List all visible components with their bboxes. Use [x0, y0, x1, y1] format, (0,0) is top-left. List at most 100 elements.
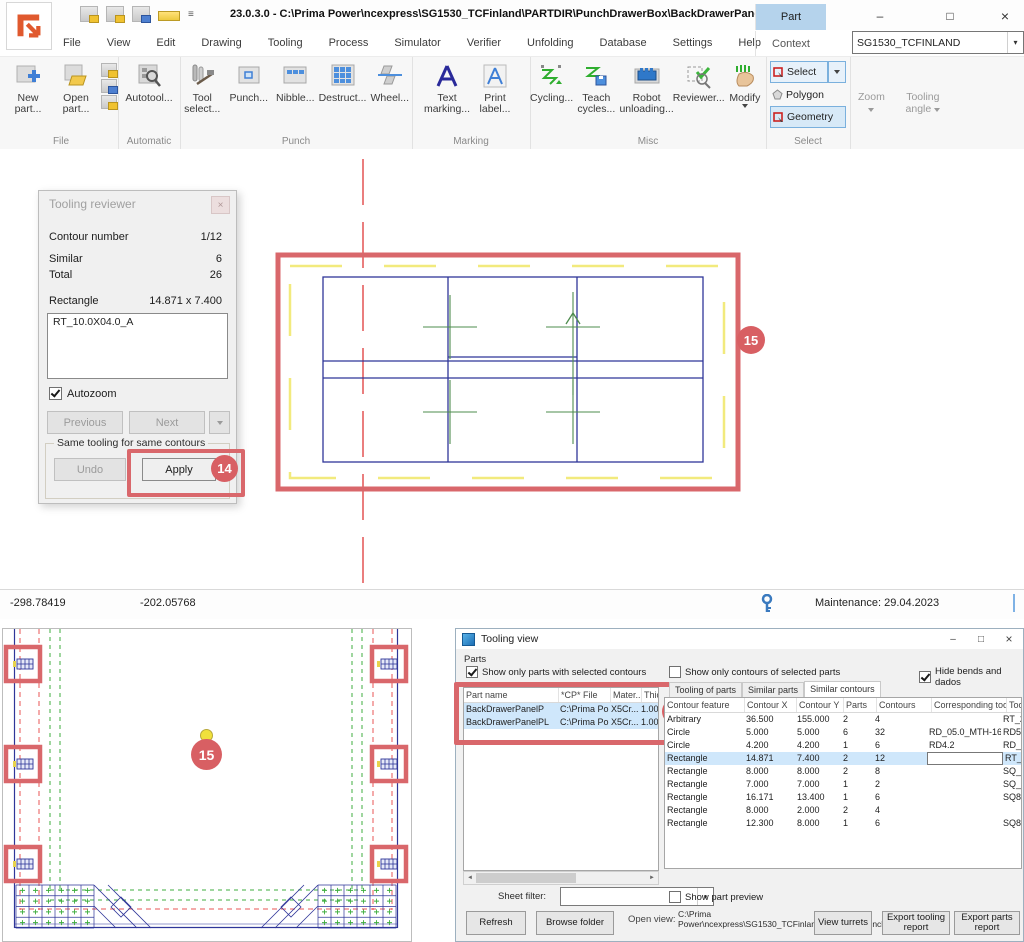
menu-tooling[interactable]: Tooling: [255, 37, 316, 49]
table-row[interactable]: Rectangle14.8717.400212RT_10.0X04.0_A: [665, 752, 1021, 765]
menu-drawing[interactable]: Drawing: [188, 37, 254, 49]
tool-select-button[interactable]: Tool select...: [180, 61, 225, 115]
menu-simulator[interactable]: Simulator: [381, 37, 453, 49]
machine-select[interactable]: SG1530_TCFINLAND ▾: [852, 31, 1024, 54]
show-parts-checkbox[interactable]: [466, 666, 478, 678]
zoom-button[interactable]: Zoom: [858, 91, 885, 115]
table-row[interactable]: Circle4.2004.20016RD4.2RD_02.0_MTH-16: [665, 739, 1021, 752]
tool-list-item[interactable]: RT_10.0X04.0_A: [48, 314, 227, 330]
autotool-button[interactable]: Autotool...: [121, 61, 177, 104]
scroll-right-icon[interactable]: ►: [646, 875, 658, 881]
next-button[interactable]: Next: [129, 411, 205, 434]
save-icon[interactable]: [80, 6, 98, 22]
tab-part[interactable]: Part: [755, 4, 826, 30]
col-header[interactable]: Tools in parts: [1007, 698, 1022, 712]
refresh-button[interactable]: Refresh: [466, 911, 526, 935]
col-header[interactable]: Contours: [877, 698, 932, 712]
col-header[interactable]: Parts: [844, 698, 877, 712]
table-row[interactable]: Rectangle8.0002.00024: [665, 804, 1021, 817]
show-contours-checkbox[interactable]: [669, 666, 681, 678]
export-parts-report-button[interactable]: Export parts report: [954, 911, 1020, 935]
autozoom-checkbox[interactable]: [49, 387, 62, 400]
undo-button[interactable]: Undo: [54, 458, 126, 481]
scrollbar-thumb[interactable]: [476, 873, 576, 883]
open-part-button[interactable]: Open part...: [53, 61, 99, 115]
ruler-icon[interactable]: [158, 11, 180, 21]
text-marking-button[interactable]: Text marking...: [424, 61, 470, 115]
tool-listbox[interactable]: RT_10.0X04.0_A: [47, 313, 228, 379]
menu-view[interactable]: View: [94, 37, 144, 49]
punch-button[interactable]: Punch...: [227, 61, 272, 115]
col-header[interactable]: Contour X: [745, 698, 797, 712]
menu-edit[interactable]: Edit: [143, 37, 188, 49]
export-icon[interactable]: [132, 6, 150, 22]
polygon-button[interactable]: Polygon: [770, 85, 846, 104]
qat-overflow-icon[interactable]: ≡: [188, 9, 194, 20]
modify-dropdown-icon[interactable]: [742, 104, 748, 108]
copy-view-icon[interactable]: [101, 95, 117, 109]
new-part-button[interactable]: New part...: [5, 61, 51, 115]
import-icon[interactable]: [101, 63, 117, 77]
menu-settings[interactable]: Settings: [660, 37, 726, 49]
col-header[interactable]: Contour feature: [665, 698, 745, 712]
table-row[interactable]: Circle5.0005.000632RD_05.0_MTH-16RD5.0, …: [665, 726, 1021, 739]
robot-unloading-button[interactable]: Robot unloading...: [619, 61, 673, 115]
cycling-button[interactable]: Cycling...: [530, 61, 573, 115]
scroll-left-icon[interactable]: ◄: [464, 875, 476, 881]
sheet-preview-panel[interactable]: 15: [2, 628, 412, 942]
table-cell[interactable]: [927, 752, 1003, 765]
reviewer-button[interactable]: Reviewer...: [676, 61, 722, 115]
table-row[interactable]: Rectangle7.0007.00012SQ_5.0: [665, 778, 1021, 791]
select-button[interactable]: Select: [770, 61, 828, 83]
table-cell: 32: [873, 726, 927, 739]
print-label-button[interactable]: Print label...: [472, 61, 518, 115]
tv-minimize-button[interactable]: –: [939, 629, 967, 649]
tab-similar-contours[interactable]: Similar contours: [804, 681, 881, 698]
menu-file[interactable]: File: [50, 37, 94, 49]
save-all-icon[interactable]: [106, 6, 124, 22]
previous-button[interactable]: Previous: [47, 411, 123, 434]
geometry-icon: [773, 112, 784, 123]
tooling-angle-button[interactable]: Tooling angle: [899, 91, 947, 115]
show-preview-checkbox[interactable]: [669, 891, 681, 903]
table-row[interactable]: Rectangle12.3008.00016SQ8.0: [665, 817, 1021, 830]
menu-unfolding[interactable]: Unfolding: [514, 37, 586, 49]
tab-context[interactable]: Context: [755, 31, 826, 56]
menu-process[interactable]: Process: [316, 37, 382, 49]
contours-table[interactable]: Contour feature Contour X Contour Y Part…: [664, 697, 1022, 869]
license-key-icon: [760, 594, 774, 617]
table-row[interactable]: Rectangle8.0008.00028SQ_5.0: [665, 765, 1021, 778]
wheel-button[interactable]: Wheel...: [368, 61, 413, 115]
app-logo-icon[interactable]: [6, 2, 52, 50]
browse-folder-button[interactable]: Browse folder: [536, 911, 614, 935]
minimize-button[interactable]: –: [865, 6, 895, 26]
modify-button[interactable]: Modify: [724, 61, 766, 115]
dialog-close-button[interactable]: ×: [211, 196, 230, 214]
geometry-button[interactable]: Geometry: [770, 106, 846, 128]
hide-bends-checkbox[interactable]: [919, 671, 931, 683]
close-button[interactable]: ×: [990, 6, 1020, 26]
menu-database[interactable]: Database: [587, 37, 660, 49]
monitor-save-icon[interactable]: [101, 79, 117, 93]
table-row[interactable]: Rectangle16.17113.40016SQ8.0: [665, 791, 1021, 804]
tab-tooling-of-parts[interactable]: Tooling of parts: [669, 682, 742, 698]
tv-close-button[interactable]: ×: [995, 629, 1023, 649]
col-header[interactable]: Corresponding tooling: [932, 698, 1007, 712]
col-header[interactable]: Contour Y: [797, 698, 844, 712]
parts-table-hscrollbar[interactable]: ◄ ►: [463, 871, 659, 885]
next-dropdown-button[interactable]: [209, 411, 230, 434]
tv-maximize-button[interactable]: □: [967, 629, 995, 649]
chevron-down-icon[interactable]: ▾: [1007, 32, 1023, 53]
table-cell: 2: [873, 778, 927, 791]
select-dropdown-button[interactable]: [828, 61, 846, 83]
view-turrets-button[interactable]: View turrets: [814, 911, 872, 935]
teach-cycles-button[interactable]: Teach cycles...: [575, 61, 617, 115]
menu-verifier[interactable]: Verifier: [454, 37, 514, 49]
export-tooling-report-button[interactable]: Export tooling report: [882, 911, 950, 935]
nibble-button[interactable]: Nibble...: [273, 61, 318, 115]
table-cell: 8.000: [795, 765, 841, 778]
table-row[interactable]: Arbitrary36.500155.00024RT_2.0X010.0, R.…: [665, 713, 1021, 726]
maximize-button[interactable]: □: [935, 6, 965, 26]
tab-similar-parts[interactable]: Similar parts: [742, 682, 804, 698]
destruct-button[interactable]: Destruct...: [320, 61, 366, 115]
